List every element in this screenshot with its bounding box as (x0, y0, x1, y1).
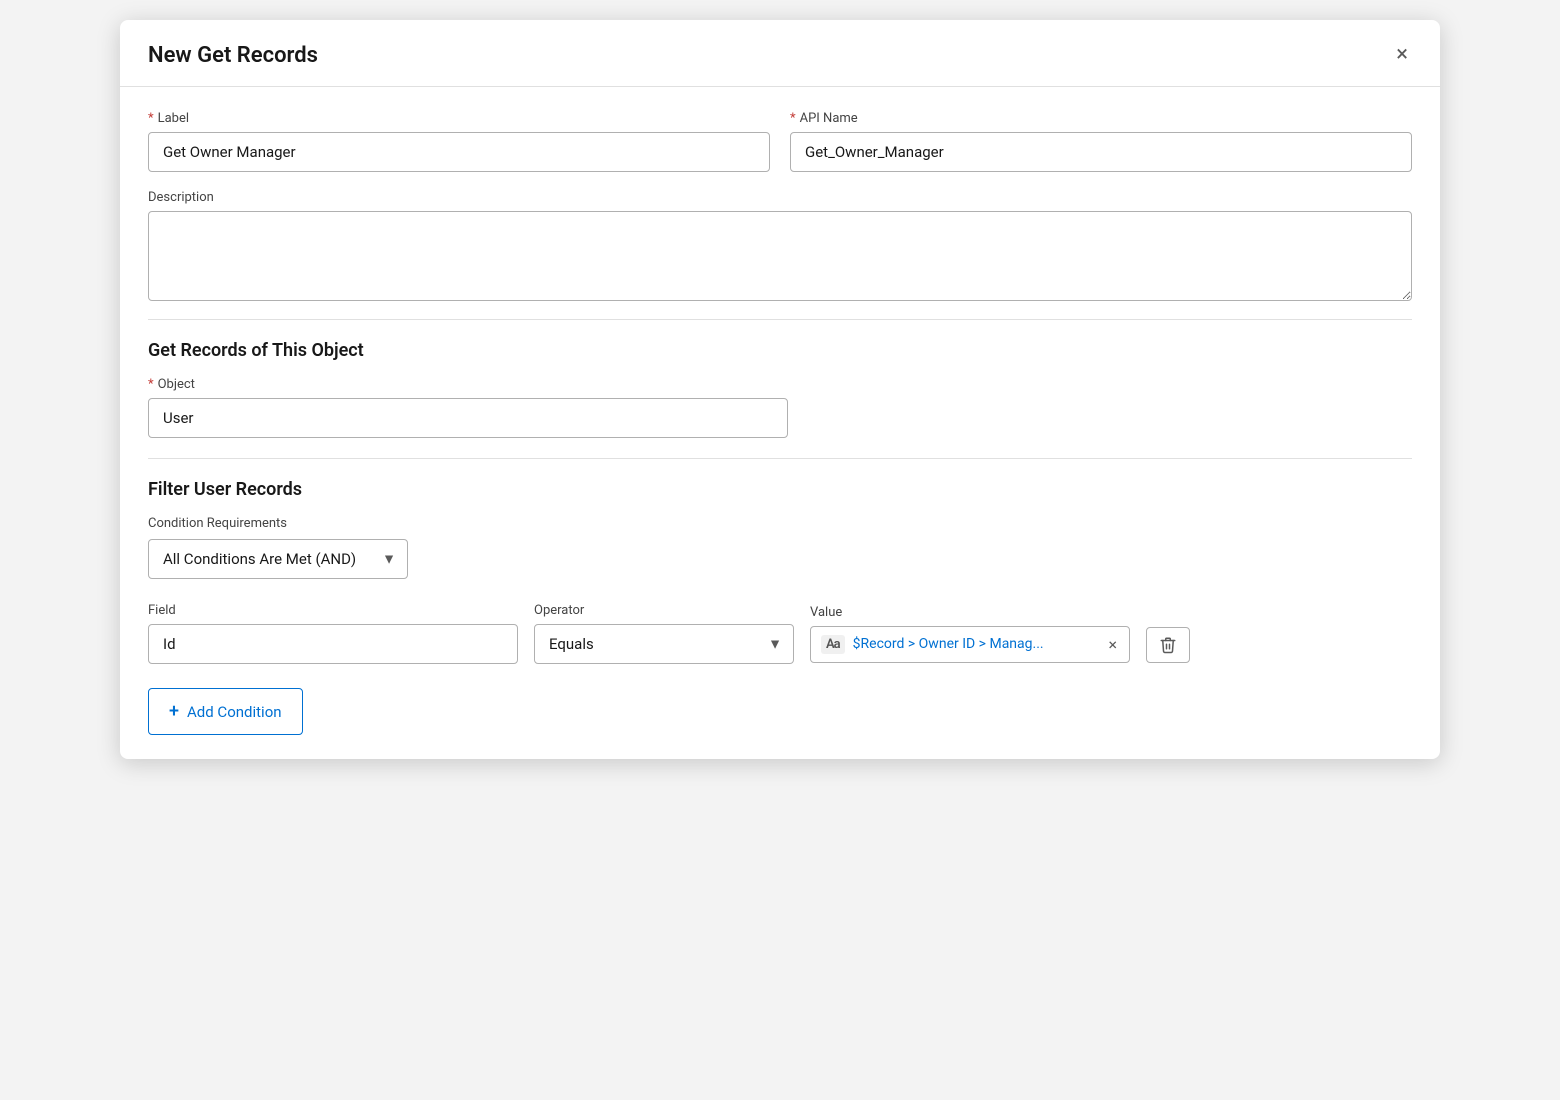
close-button[interactable]: × (1392, 40, 1412, 70)
api-name-group: * API Name (790, 111, 1412, 172)
object-field-text: Object (158, 377, 195, 392)
divider-1 (148, 319, 1412, 320)
condition-requirements-select[interactable]: All Conditions Are Met (AND)Any Conditio… (148, 539, 408, 579)
add-condition-button[interactable]: + Add Condition (148, 688, 303, 735)
label-field-text: Label (158, 111, 189, 126)
label-group: * Label (148, 111, 770, 172)
field-input[interactable] (148, 624, 518, 664)
description-textarea[interactable] (148, 211, 1412, 301)
filter-section-title: Filter User Records (148, 479, 1412, 500)
object-input[interactable] (148, 398, 788, 438)
operator-select[interactable]: EqualsNot Equal ToContainsDoes Not Conta… (534, 624, 794, 664)
object-section-title: Get Records of This Object (148, 340, 1412, 361)
label-apiname-row: * Label * API Name (148, 111, 1412, 172)
operator-select-wrapper: EqualsNot Equal ToContainsDoes Not Conta… (534, 624, 794, 664)
object-required-star: * (148, 377, 154, 392)
operator-col-label: Operator (534, 603, 794, 618)
description-group: Description (148, 190, 1412, 301)
api-name-required-star: * (790, 111, 796, 126)
value-type-icon: Aa (821, 635, 845, 654)
modal-title: New Get Records (148, 43, 318, 68)
modal-header: New Get Records × (120, 20, 1440, 87)
modal-container: New Get Records × * Label * API Name (120, 20, 1440, 759)
delete-condition-button[interactable] (1146, 627, 1190, 663)
field-input-wrapper (148, 624, 518, 664)
api-name-field-label: * API Name (790, 111, 1412, 126)
field-col: Field (148, 603, 518, 664)
value-text: $Record > Owner ID > Manag... (853, 636, 1099, 652)
api-name-field-text: API Name (800, 111, 858, 126)
condition-requirements-select-wrapper: All Conditions Are Met (AND)Any Conditio… (148, 539, 408, 579)
label-input[interactable] (148, 132, 770, 172)
object-group: * Object (148, 377, 788, 438)
value-col: Value Aa $Record > Owner ID > Manag... × (810, 605, 1130, 663)
value-clear-button[interactable]: × (1106, 635, 1119, 654)
filter-section: Filter User Records Condition Requiremen… (148, 479, 1412, 735)
condition-row: Field Operator EqualsNot Equal ToContain… (148, 603, 1412, 664)
trash-icon (1159, 636, 1177, 654)
api-name-input[interactable] (790, 132, 1412, 172)
value-col-label: Value (810, 605, 1130, 620)
divider-2 (148, 458, 1412, 459)
value-input-box[interactable]: Aa $Record > Owner ID > Manag... × (810, 626, 1130, 663)
object-section: Get Records of This Object * Object (148, 340, 1412, 438)
modal-body: * Label * API Name Description Get Recor… (120, 87, 1440, 759)
add-condition-label: Add Condition (187, 703, 282, 721)
label-required-star: * (148, 111, 154, 126)
plus-icon: + (169, 701, 179, 722)
condition-requirements-label: Condition Requirements (148, 516, 1412, 531)
description-label: Description (148, 190, 1412, 205)
object-field-label: * Object (148, 377, 788, 392)
field-col-label: Field (148, 603, 518, 618)
operator-col: Operator EqualsNot Equal ToContainsDoes … (534, 603, 794, 664)
label-field-label: * Label (148, 111, 770, 126)
